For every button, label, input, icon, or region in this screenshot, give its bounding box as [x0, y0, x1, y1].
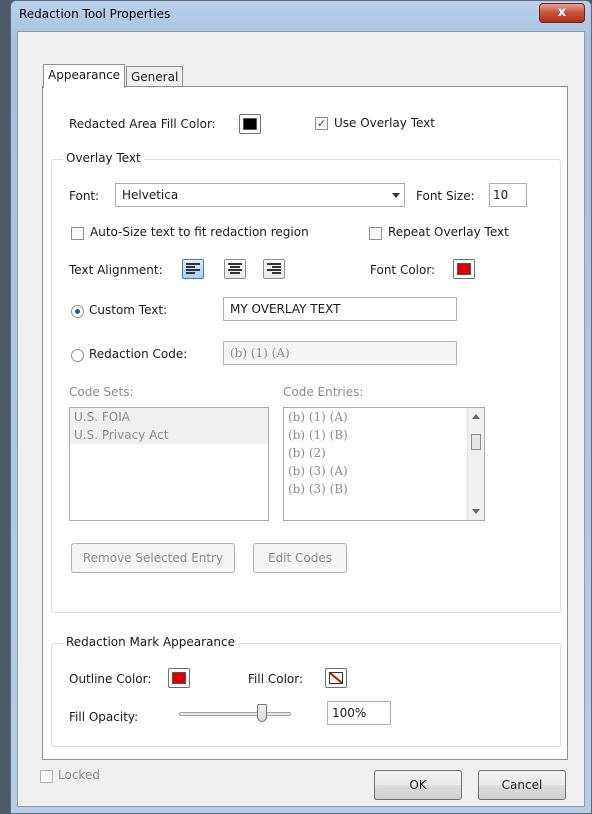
dialog-window: Redaction Tool Properties x Appearance G…: [10, 0, 592, 814]
redaction-code-label: Redaction Code:: [89, 347, 188, 361]
list-item[interactable]: (b) (3) (B): [284, 480, 484, 498]
font-label: Font:: [69, 189, 100, 203]
outline-color-label: Outline Color:: [69, 672, 152, 686]
remove-selected-entry-button[interactable]: Remove Selected Entry: [71, 543, 235, 573]
use-overlay-checkbox[interactable]: ✓: [315, 117, 328, 130]
align-center-button[interactable]: [224, 259, 246, 279]
redaction-code-radio[interactable]: [71, 349, 84, 362]
repeat-overlay-checkbox[interactable]: [369, 227, 382, 240]
align-right-button[interactable]: [263, 259, 285, 279]
list-item[interactable]: (b) (1) (A): [284, 408, 484, 426]
list-item[interactable]: U.S. Privacy Act: [70, 426, 268, 444]
font-color-label: Font Color:: [370, 263, 436, 277]
fill-opacity-slider-thumb[interactable]: [257, 704, 267, 722]
edit-codes-button[interactable]: Edit Codes: [253, 543, 347, 573]
code-entries-label: Code Entries:: [283, 385, 364, 399]
close-button[interactable]: x: [539, 3, 585, 23]
scroll-down-icon[interactable]: [472, 509, 480, 514]
scroll-up-icon[interactable]: [472, 414, 480, 419]
scroll-thumb[interactable]: [471, 434, 481, 450]
locked-label: Locked: [58, 768, 100, 782]
font-size-input[interactable]: 10: [489, 183, 527, 207]
custom-text-radio[interactable]: [71, 305, 84, 318]
outline-color-swatch[interactable]: [168, 668, 190, 688]
custom-text-input[interactable]: MY OVERLAY TEXT: [223, 297, 457, 321]
text-alignment-label: Text Alignment:: [69, 263, 163, 277]
overlay-text-group-title: Overlay Text: [63, 151, 144, 165]
font-dropdown-value: Helvetica: [122, 188, 179, 202]
redaction-mark-group: [51, 643, 561, 747]
redaction-code-input[interactable]: (b) (1) (A): [223, 341, 457, 365]
font-dropdown[interactable]: Helvetica: [115, 183, 405, 207]
code-sets-list[interactable]: U.S. FOIA U.S. Privacy Act: [69, 407, 269, 521]
chevron-down-icon: [392, 193, 400, 198]
no-fill-icon: [329, 672, 343, 684]
title-bar[interactable]: Redaction Tool Properties x: [11, 1, 591, 29]
outline-color-preview: [172, 672, 186, 684]
ok-button[interactable]: OK: [374, 770, 462, 800]
dialog-client: Appearance General Redacted Area Fill Co…: [17, 31, 585, 807]
fill-opacity-input[interactable]: 100%: [327, 701, 391, 725]
tab-general[interactable]: General: [126, 66, 184, 88]
custom-text-label: Custom Text:: [89, 303, 168, 317]
mark-fill-color-swatch[interactable]: [325, 668, 347, 688]
font-color-swatch[interactable]: [453, 259, 475, 279]
fill-opacity-label: Fill Opacity:: [69, 710, 139, 724]
list-item[interactable]: (b) (1) (B): [284, 426, 484, 444]
fill-color-swatch[interactable]: [239, 114, 261, 134]
code-entries-scrollbar[interactable]: [467, 408, 484, 520]
code-sets-label: Code Sets:: [69, 385, 134, 399]
use-overlay-label: Use Overlay Text: [334, 116, 435, 130]
fill-opacity-slider-track[interactable]: [179, 712, 291, 716]
align-left-button[interactable]: [182, 259, 204, 279]
list-item[interactable]: (b) (3) (A): [284, 462, 484, 480]
fill-color-preview: [243, 118, 257, 130]
font-color-preview: [457, 263, 471, 275]
redaction-mark-group-title: Redaction Mark Appearance: [63, 635, 239, 649]
list-item[interactable]: U.S. FOIA: [70, 408, 268, 426]
repeat-overlay-label: Repeat Overlay Text: [388, 225, 509, 239]
code-entries-list[interactable]: (b) (1) (A) (b) (1) (B) (b) (2) (b) (3) …: [283, 407, 485, 521]
mark-fill-color-label: Fill Color:: [248, 672, 304, 686]
appearance-panel: Redacted Area Fill Color: ✓ Use Overlay …: [42, 86, 568, 760]
list-item[interactable]: (b) (2): [284, 444, 484, 462]
fill-color-label: Redacted Area Fill Color:: [69, 117, 216, 131]
auto-size-label: Auto-Size text to fit redaction region: [90, 225, 309, 239]
auto-size-checkbox[interactable]: [71, 227, 84, 240]
window-title: Redaction Tool Properties: [19, 7, 171, 21]
cancel-button[interactable]: Cancel: [478, 770, 566, 800]
tab-appearance[interactable]: Appearance: [43, 64, 126, 88]
locked-checkbox[interactable]: [40, 770, 53, 783]
close-icon: x: [557, 5, 567, 20]
font-size-label: Font Size:: [416, 189, 475, 203]
